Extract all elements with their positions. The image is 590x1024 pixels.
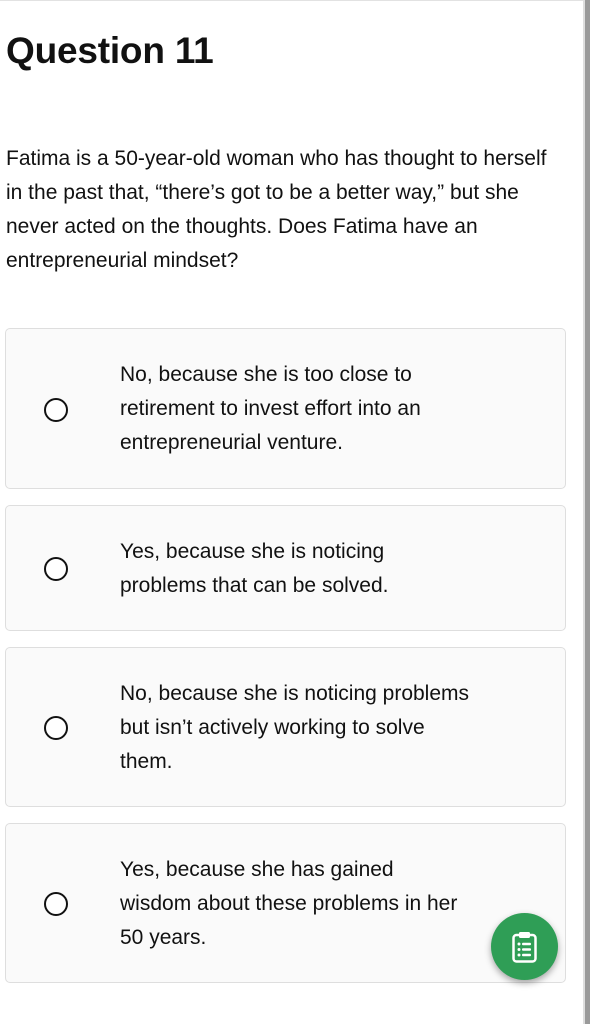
answer-option-2[interactable]: Yes, because she is noticing problems th… xyxy=(5,505,566,631)
answer-option-4[interactable]: Yes, because she has gained wisdom about… xyxy=(5,823,566,983)
clipboard-list-icon xyxy=(512,932,537,963)
question-text: Fatima is a 50-year-old woman who has th… xyxy=(6,147,547,272)
radio-button-4[interactable] xyxy=(44,892,68,916)
notes-fab-button[interactable] xyxy=(491,913,558,980)
answer-option-label: Yes, because she has gained wisdom about… xyxy=(120,858,458,949)
answer-option-label: No, because she is noticing problems but… xyxy=(120,682,470,773)
answer-option-label: Yes, because she is noticing problems th… xyxy=(120,540,389,597)
top-divider xyxy=(0,0,584,1)
radio-button-2[interactable] xyxy=(44,557,68,581)
quiz-page: Question 11 Fatima is a 50-year-old woma… xyxy=(0,0,590,1024)
radio-button-3[interactable] xyxy=(44,716,68,740)
answer-option-label: No, because she is too close to retireme… xyxy=(120,363,421,454)
answer-option-1[interactable]: No, because she is too close to retireme… xyxy=(5,328,566,489)
answer-option-3[interactable]: No, because she is noticing problems but… xyxy=(5,647,566,807)
question-title: Question 11 xyxy=(6,30,214,71)
scrollbar[interactable] xyxy=(585,0,590,1024)
radio-button-1[interactable] xyxy=(44,398,68,422)
